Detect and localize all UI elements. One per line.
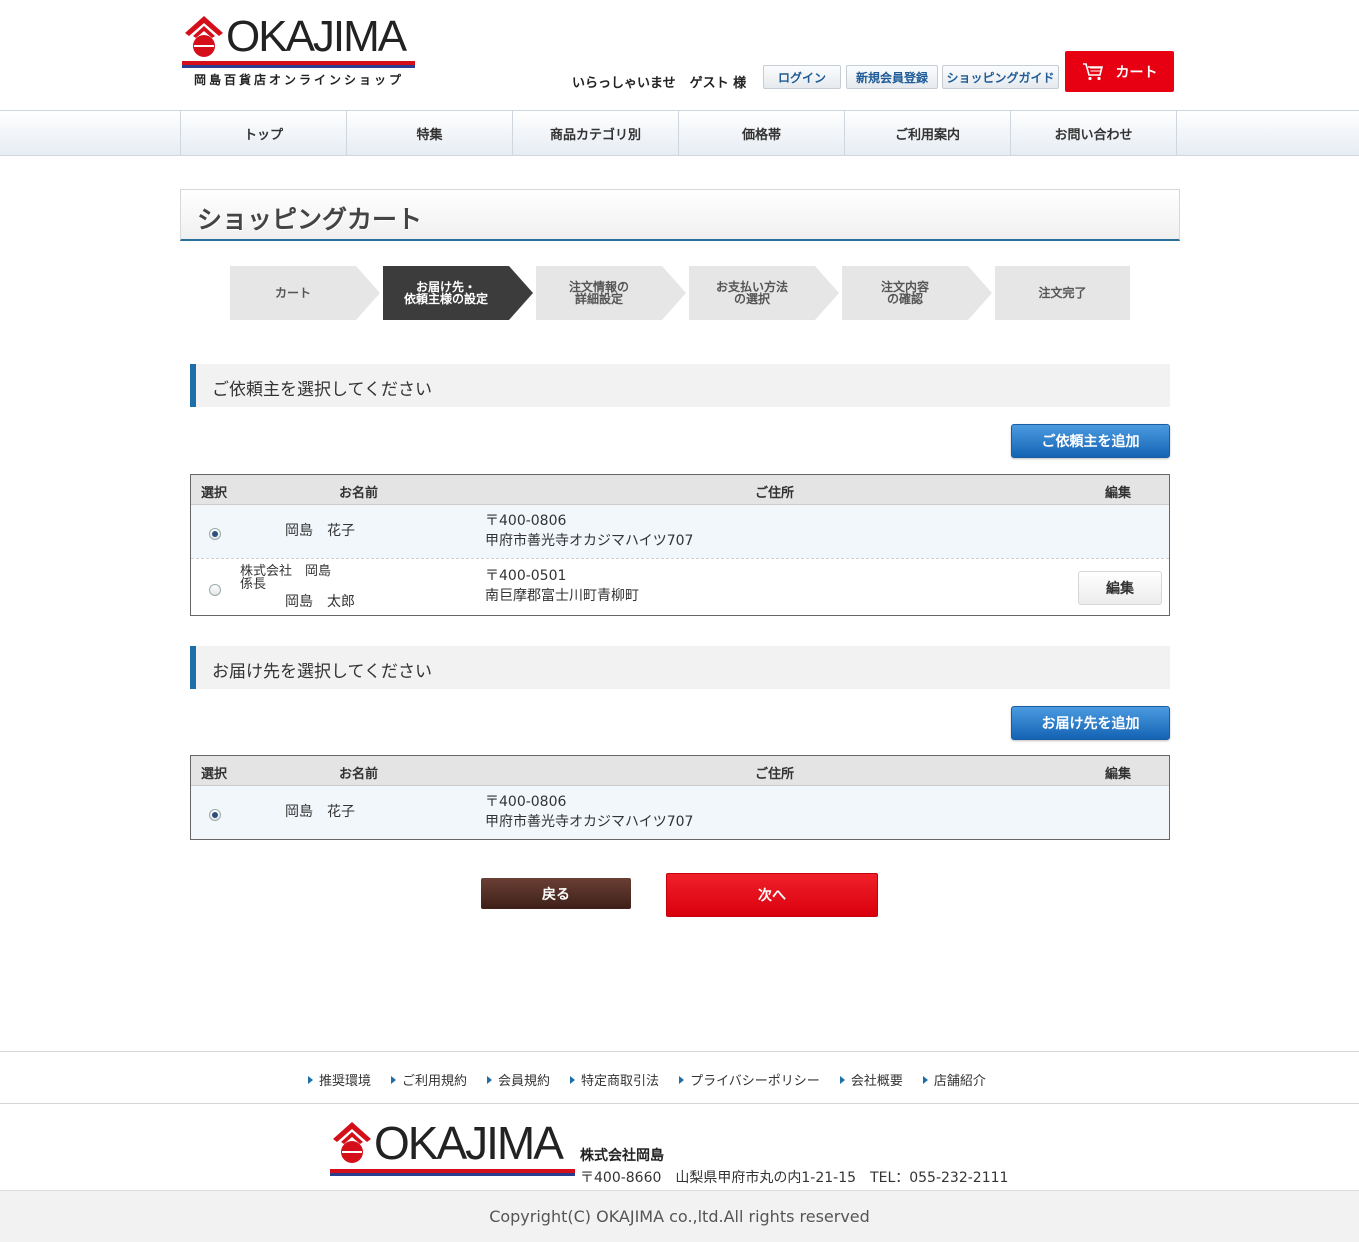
footer-link-terms[interactable]: ご利用規約	[391, 1070, 467, 1089]
page-title-box: ショッピングカート	[180, 189, 1180, 241]
delivery-radio-1[interactable]	[209, 809, 221, 821]
table-header: 選択 お名前 ご住所 編集	[191, 475, 1169, 505]
page-title: ショッピングカート	[197, 205, 423, 234]
arrow-right-icon	[487, 1075, 493, 1084]
delivery-heading-box: お届け先を選択してください	[190, 646, 1170, 689]
arrow-right-icon	[679, 1075, 685, 1084]
arrow-right-icon	[391, 1075, 397, 1084]
checkout-steps: カート お届け先・ 依頼主様の設定 注文情報の 詳細設定 お支払い方法 の選択 …	[230, 266, 1130, 320]
footer-link-label: プライバシーポリシー	[690, 1074, 820, 1089]
site-header: OKAJIMA 岡島百貨店オンラインショップ いらっしゃいませ ゲスト 様 ログイ…	[0, 0, 1359, 110]
table-row[interactable]: 岡島 花子 〒400-0806 甲府市善光寺オカジマハイツ707	[191, 786, 1169, 839]
company-name: 株式会社岡島	[580, 1148, 664, 1164]
welcome-text: いらっしゃいませ	[572, 76, 676, 91]
footer-links: 推奨環境 ご利用規約 会員規約 特定商取引法 プライバシーポリシー 会社概要 店…	[0, 1051, 1359, 1104]
footer-link-label: 店舗紹介	[933, 1074, 986, 1089]
footer-link-privacy[interactable]: プライバシーポリシー	[679, 1070, 820, 1089]
okajima-logo[interactable]: OKAJIMA 岡島百貨店オンラインショップ	[182, 12, 416, 88]
requester-radio-2[interactable]	[209, 584, 221, 596]
footer-link-label: 特定商取引法	[581, 1074, 660, 1089]
table-row[interactable]: 岡島 花子 〒400-0806 甲府市善光寺オカジマハイツ707	[191, 505, 1169, 558]
logo-stripe	[182, 61, 415, 68]
step-label: 注文内容 の確認	[880, 280, 929, 306]
nav-item-contact[interactable]: お問い合わせ	[1011, 111, 1177, 155]
edit-requester-button[interactable]: 編集	[1078, 571, 1162, 605]
col-select: 選択	[201, 486, 228, 501]
next-button[interactable]: 次へ	[666, 873, 878, 917]
back-button[interactable]: 戻る	[481, 878, 631, 909]
footer-link-commerce-law[interactable]: 特定商取引法	[570, 1070, 659, 1089]
logo-text: OKAJIMA	[374, 1117, 564, 1169]
arrow-right-icon	[922, 1075, 928, 1084]
table-header: 選択 お名前 ご住所 編集	[191, 756, 1169, 786]
footer-link-company[interactable]: 会社概要	[839, 1070, 903, 1089]
requester-heading-box: ご依頼主を選択してください	[190, 364, 1170, 407]
welcome-message: いらっしゃいませ ゲスト 様	[572, 72, 746, 91]
footer-link-label: 推奨環境	[319, 1074, 372, 1089]
footer-logo: OKAJIMA	[330, 1117, 576, 1182]
nav-item-feature[interactable]: 特集	[347, 111, 513, 155]
cart-icon	[1082, 62, 1103, 80]
footer-link-label: 会社概要	[850, 1074, 903, 1089]
add-requester-button[interactable]: ご依頼主を追加	[1011, 424, 1170, 458]
col-edit: 編集	[1105, 767, 1132, 782]
delivery-name: 岡島 花子	[285, 804, 355, 820]
footer-link-label: 会員規約	[498, 1074, 551, 1089]
requester-zip: 〒400-0501	[485, 568, 567, 584]
requester-heading: ご依頼主を選択してください	[212, 380, 432, 400]
col-address: ご住所	[755, 486, 795, 501]
requester-title: 係長	[240, 577, 267, 592]
footer-link-environment[interactable]: 推奨環境	[308, 1070, 371, 1089]
requester-name: 岡島 花子	[285, 523, 355, 539]
delivery-table: 選択 お名前 ご住所 編集 岡島 花子 〒400-0806 甲府市善光寺オカジマ…	[190, 755, 1170, 840]
requester-address: 甲府市善光寺オカジマハイツ707	[485, 533, 694, 549]
logo-text: OKAJIMA	[226, 12, 407, 61]
register-button[interactable]: 新規会員登録	[846, 65, 938, 89]
delivery-heading: お届け先を選択してください	[212, 662, 432, 682]
col-name: お名前	[339, 486, 379, 501]
arrow-right-icon	[308, 1075, 313, 1084]
step-label: お届け先・ 依頼主様の設定	[403, 280, 488, 306]
global-nav: トップ 特集 商品カテゴリ別 価格帯 ご利用案内 お問い合わせ	[0, 110, 1359, 156]
cart-label: カート	[1115, 64, 1158, 81]
logo-stripe	[330, 1169, 575, 1176]
add-delivery-button[interactable]: お届け先を追加	[1011, 706, 1170, 740]
col-name: お名前	[339, 767, 379, 782]
requester-radio-1[interactable]	[209, 528, 221, 540]
shopping-guide-button[interactable]: ショッピングガイド	[942, 65, 1059, 89]
login-button[interactable]: ログイン	[763, 65, 841, 89]
requester-address: 南巨摩郡富士川町青柳町	[485, 588, 639, 604]
col-edit: 編集	[1105, 486, 1132, 501]
company-address: 〒400-8660 山梨県甲府市丸の内1-21-15 TEL：055-232-2…	[580, 1170, 1009, 1186]
nav-item-top[interactable]: トップ	[181, 111, 347, 155]
col-select: 選択	[201, 767, 228, 782]
nav-item-guide[interactable]: ご利用案内	[845, 111, 1011, 155]
delivery-address: 甲府市善光寺オカジマハイツ707	[485, 814, 694, 830]
delivery-zip: 〒400-0806	[485, 794, 567, 810]
logo-subtitle: 岡島百貨店オンラインショップ	[194, 73, 405, 87]
guest-name: ゲスト 様	[689, 76, 747, 91]
step-label: お支払い方法 の選択	[715, 280, 788, 306]
arrow-right-icon	[570, 1075, 576, 1084]
okajima-crest-icon	[333, 1122, 371, 1163]
arrow-right-icon	[839, 1075, 845, 1084]
nav-item-category[interactable]: 商品カテゴリ別	[513, 111, 679, 155]
col-address: ご住所	[755, 767, 795, 782]
copyright: Copyright(C) OKAJIMA co.,ltd.All rights …	[0, 1190, 1359, 1242]
table-row[interactable]: 株式会社 岡島 係長 岡島 太郎 〒400-0501 南巨摩郡富士川町青柳町 編…	[191, 558, 1169, 615]
nav-item-price[interactable]: 価格帯	[679, 111, 845, 155]
requester-zip: 〒400-0806	[485, 513, 567, 529]
step-label: 注文情報の 詳細設定	[568, 280, 629, 306]
requester-table: 選択 お名前 ご住所 編集 岡島 花子 〒400-0806 甲府市善光寺オカジマ…	[190, 474, 1170, 616]
requester-name: 岡島 太郎	[285, 594, 355, 610]
cart-button[interactable]: カート	[1065, 51, 1174, 92]
footer-link-stores[interactable]: 店舗紹介	[922, 1070, 986, 1089]
step-label: カート	[274, 286, 311, 300]
footer-link-membership[interactable]: 会員規約	[487, 1070, 550, 1089]
footer-link-label: ご利用規約	[402, 1074, 468, 1089]
okajima-crest-icon	[185, 16, 223, 57]
step-label: 注文完了	[1038, 286, 1087, 300]
